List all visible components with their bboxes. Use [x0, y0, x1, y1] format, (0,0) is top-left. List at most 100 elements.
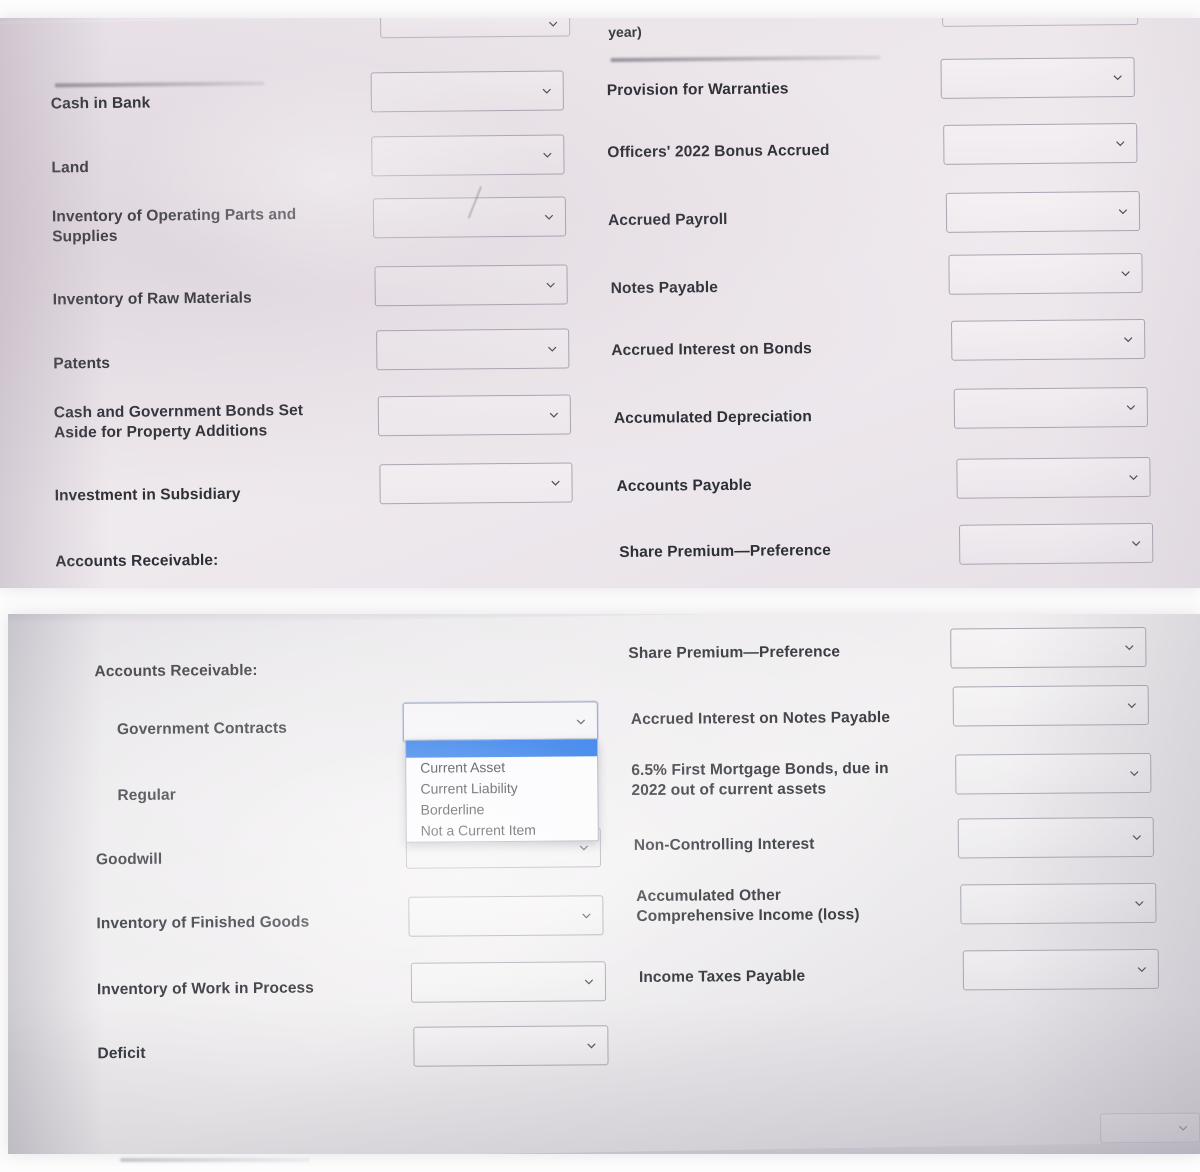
row-label-investment-in-subsidiary: Investment in Subsidiary — [55, 481, 355, 510]
row-label-notes-payable: Notes Payable — [611, 273, 951, 302]
select-offscreen-bottom-right[interactable] — [1099, 1112, 1200, 1144]
clipped-row-label: year) — [608, 23, 642, 41]
item-label: Accrued Interest on Bonds — [611, 340, 812, 360]
chevron-down-icon — [546, 282, 555, 288]
worksheet-panel-bottom: Accounts Receivable: Government Contract… — [8, 614, 1200, 1154]
chevron-down-icon — [579, 845, 589, 851]
item-label: Goodwill — [95, 850, 163, 869]
select-clipped-left[interactable] — [380, 18, 571, 39]
chevron-down-icon — [1132, 835, 1141, 841]
select-accrued-interest-notes-payable[interactable] — [952, 684, 1149, 727]
select-deficit[interactable] — [413, 1025, 609, 1067]
item-label: Accounts Receivable: — [55, 551, 219, 571]
select-cash-government-bonds[interactable] — [377, 394, 572, 437]
dropdown-option-borderline[interactable]: Borderline — [407, 798, 598, 820]
item-label: Inventory of Work in Process — [96, 979, 315, 999]
chevron-down-icon — [1135, 901, 1144, 907]
select-income-taxes-payable[interactable] — [962, 948, 1160, 991]
row-label-first-mortgage-bonds: 6.5% First Mortgage Bonds, due in 2022 o… — [631, 754, 1001, 805]
clipped-text-below-panel — [120, 1158, 310, 1162]
select-patents[interactable] — [376, 328, 570, 371]
row-label-land: Land — [51, 153, 351, 182]
item-label: Accumulated Depreciation — [613, 408, 812, 428]
item-label: Deficit — [97, 1044, 146, 1063]
chevron-down-icon — [549, 412, 559, 418]
select-provision-for-warranties[interactable] — [940, 57, 1135, 99]
item-label: Income Taxes Payable — [638, 967, 806, 987]
select-share-premium-preference-bottom[interactable] — [950, 626, 1147, 669]
dropdown-option-current-liability[interactable]: Current Liability — [406, 777, 597, 799]
panel-bottom-lower-edge — [8, 1141, 1200, 1154]
chevron-down-icon — [576, 719, 586, 725]
row-label-accrued-interest-notes-payable: Accrued Interest on Notes Payable — [631, 704, 1001, 733]
chevron-down-icon — [1118, 209, 1128, 215]
item-label: Inventory of Operating Parts and Supplie… — [51, 206, 297, 246]
select-government-contracts-open[interactable] — [402, 701, 599, 743]
clipped-row-text-right — [610, 55, 881, 63]
chevron-down-icon — [1121, 271, 1130, 277]
select-land[interactable] — [371, 134, 565, 177]
item-label: 6.5% First Mortgage Bonds, due in 2022 o… — [631, 760, 889, 800]
item-label: Regular — [117, 786, 176, 805]
select-officers-bonus-accrued[interactable] — [943, 123, 1138, 165]
chevron-down-icon — [551, 480, 560, 486]
select-cash-in-bank[interactable] — [370, 70, 564, 113]
item-label: Cash in Bank — [50, 94, 151, 113]
select-accumulated-depreciation[interactable] — [953, 386, 1149, 429]
row-label-officers-bonus-accrued: Officers' 2022 Bonus Accrued — [607, 137, 947, 166]
item-label: Non-Controlling Interest — [633, 835, 815, 855]
item-label: Cash and Government Bonds Set Aside for … — [53, 402, 304, 442]
chevron-down-icon — [544, 214, 554, 220]
select-accrued-interest-on-bonds[interactable] — [951, 318, 1146, 361]
panel-bottom-edge — [8, 614, 1200, 626]
select-clipped-right[interactable] — [941, 18, 1139, 27]
clipped-row-text-left — [54, 81, 265, 88]
dropdown-options-list[interactable]: Current Asset Current Liability Borderli… — [405, 738, 599, 843]
item-label: Land — [51, 159, 90, 177]
select-share-premium-preference-top[interactable] — [958, 522, 1154, 565]
select-accumulated-other-comprehensive-income[interactable] — [960, 882, 1157, 925]
item-label: Investment in Subsidiary — [54, 485, 241, 505]
row-label-share-premium-preference: Share Premium—Preference — [619, 537, 959, 566]
item-label: Officers' 2022 Bonus Accrued — [607, 142, 830, 162]
item-label: Share Premium—Preference — [619, 542, 832, 562]
select-first-mortgage-bonds[interactable] — [955, 752, 1152, 795]
item-label: Share Premium—Preference — [628, 643, 841, 663]
worksheet-panel-top: year) Cash in Bank Land Inventory of Ope… — [0, 18, 1200, 588]
dropdown-option-not-a-current-item[interactable]: Not a Current Item — [407, 819, 598, 841]
select-accrued-payroll[interactable] — [945, 190, 1141, 233]
row-label-inventory-operating-parts: Inventory of Operating Parts and Supplie… — [52, 200, 362, 251]
row-label-accrued-payroll: Accrued Payroll — [608, 205, 948, 234]
row-label-accounts-receivable-header-2: Accounts Receivable: — [94, 657, 414, 686]
screenshot-stage: year) Cash in Bank Land Inventory of Ope… — [0, 0, 1200, 1172]
select-non-controlling-interest[interactable] — [957, 816, 1154, 859]
select-notes-payable[interactable] — [948, 252, 1143, 295]
row-label-accumulated-other-comprehensive-income: Accumulated Other Comprehensive Income (… — [636, 880, 1006, 931]
dropdown-option-current-asset[interactable]: Current Asset — [406, 756, 597, 778]
chevron-down-icon — [1113, 75, 1122, 81]
item-label: Inventory of Finished Goods — [96, 913, 310, 933]
row-label-patents: Patents — [53, 349, 353, 378]
select-goodwill[interactable] — [408, 895, 604, 937]
chevron-down-icon — [548, 346, 557, 352]
chevron-down-icon — [1129, 475, 1138, 481]
chevron-down-icon — [584, 979, 594, 985]
row-label-accrued-interest-on-bonds: Accrued Interest on Bonds — [611, 335, 951, 364]
chevron-down-icon — [542, 88, 551, 94]
select-inventory-work-in-process[interactable] — [410, 961, 607, 1003]
item-label: Accounts Payable — [616, 476, 752, 496]
item-label: Accrued Payroll — [607, 211, 728, 230]
chevron-down-icon — [1125, 645, 1134, 651]
dropdown-option-blank[interactable] — [406, 739, 598, 758]
item-label: Accrued Interest on Notes Payable — [630, 709, 891, 729]
chevron-down-icon — [1124, 337, 1133, 343]
select-investment-in-subsidiary[interactable] — [379, 462, 573, 505]
chevron-down-icon — [582, 913, 591, 919]
select-accounts-payable[interactable] — [956, 456, 1151, 499]
chevron-down-icon — [1130, 771, 1139, 777]
row-label-inventory-work-in-process: Inventory of Work in Process — [97, 975, 417, 1004]
select-inventory-raw-materials[interactable] — [374, 264, 568, 307]
row-label-accumulated-depreciation: Accumulated Depreciation — [614, 403, 954, 432]
item-label: Provision for Warranties — [606, 80, 789, 100]
row-label-government-contracts: Government Contracts — [95, 715, 415, 744]
